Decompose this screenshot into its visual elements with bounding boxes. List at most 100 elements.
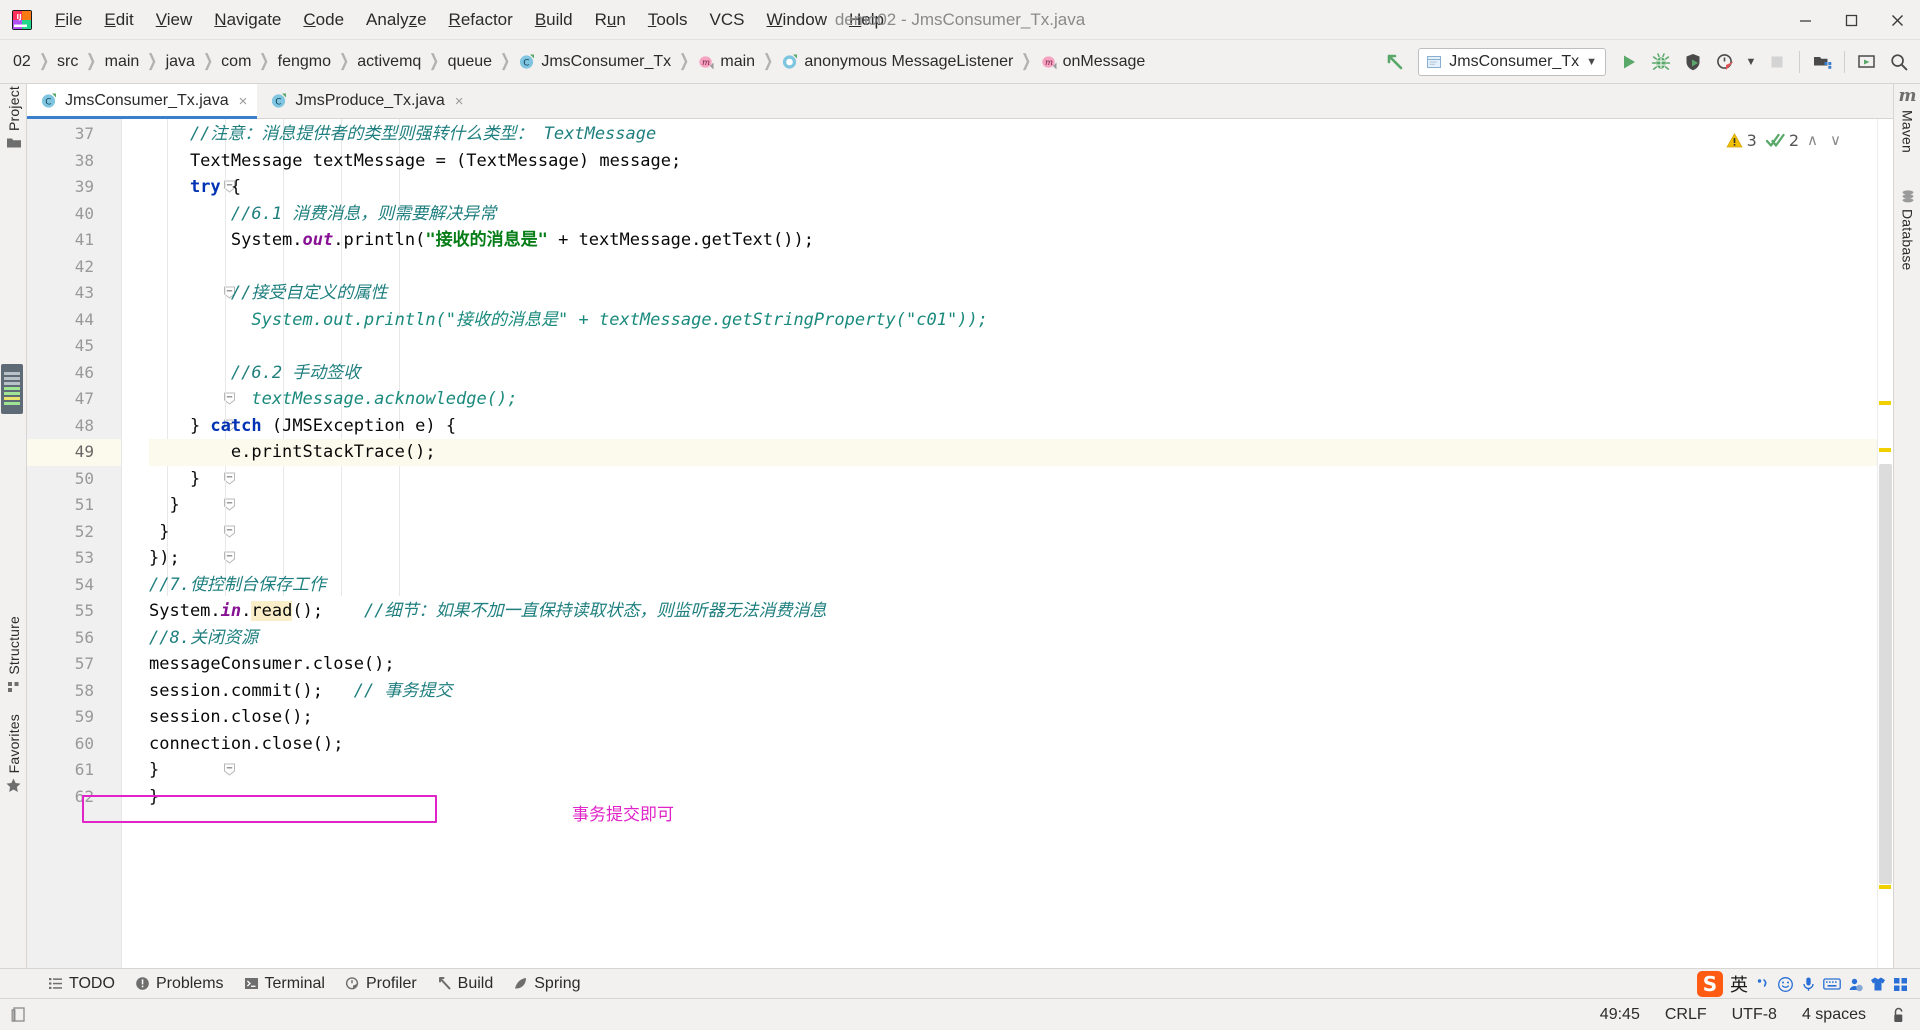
code-content[interactable]: //注意：消息提供者的类型则强转什么类型： TextMessage TextMe… [149,119,1893,968]
stripe-warning-marker[interactable] [1879,885,1891,889]
breadcrumb-item-queue[interactable]: queue [443,51,498,73]
bottom-tool-profiler[interactable]: Profiler [337,972,425,996]
editor-scrollbar-thumb[interactable] [1879,464,1892,884]
breadcrumb-item-onmessage[interactable]: m onMessage [1035,51,1151,73]
menu-item-code[interactable]: Code [292,6,355,34]
menu-item-refactor[interactable]: Refactor [438,6,524,34]
code-line[interactable]: } [149,519,169,546]
stop-button[interactable] [1762,47,1792,77]
stripe-warning-marker[interactable] [1879,401,1891,405]
editor-tab-jmsconsumer_tx[interactable]: C JmsConsumer_Tx.java × [27,84,258,119]
code-line[interactable]: try { [149,174,241,201]
minimize-button[interactable] [1782,0,1828,40]
sidebar-item-structure[interactable]: Structure [0,616,27,695]
unlocked-icon[interactable] [1888,1005,1910,1026]
breadcrumb-item-main[interactable]: m main [692,51,760,73]
menu-item-run[interactable]: Run [584,6,637,34]
ime-mode-label[interactable]: 英 [1730,971,1748,997]
code-line[interactable]: } [149,784,159,811]
code-line[interactable]: } [149,466,200,493]
code-line[interactable]: // textMessage.acknowledge(); [149,386,517,413]
bottom-tool-terminal[interactable]: Terminal [236,972,333,996]
close-tab-icon[interactable]: × [455,93,464,110]
code-line[interactable]: System.in.read(); //细节：如果不加一直保持读取状态，则监听器… [149,598,826,625]
breadcrumb-item-main[interactable]: main [100,51,145,73]
menu-item-navigate[interactable]: Navigate [203,6,292,34]
project-structure-button[interactable] [1807,47,1837,77]
menu-item-edit[interactable]: Edit [93,6,144,34]
code-line[interactable]: messageConsumer.close(); [149,651,395,678]
code-line[interactable]: //注意：消息提供者的类型则强转什么类型： TextMessage [149,121,656,148]
maximize-button[interactable] [1828,0,1874,40]
code-line[interactable]: //7.使控制台保存工作 [149,572,326,599]
sogou-ime-toolbar[interactable]: S 英 [1693,970,1912,998]
emoji-icon[interactable] [1777,976,1794,993]
close-tab-icon[interactable]: × [239,93,248,110]
breadcrumb-item-java[interactable]: java [161,51,200,73]
user-icon[interactable] [1848,977,1863,992]
breadcrumb-item-02[interactable]: 02 [8,51,36,73]
file-encoding[interactable]: UTF-8 [1729,1004,1780,1026]
menu-item-analyze[interactable]: Analyze [355,6,438,34]
inspection-widget[interactable]: 3 2 ∧ ∨ [1726,129,1845,151]
editor-fold-column[interactable] [122,119,235,968]
sidebar-item-project[interactable]: Project [0,86,27,151]
code-line[interactable]: //6.2 手动签收 [149,360,360,387]
code-line[interactable]: //接受自定义的属性 [149,280,387,307]
run-coverage-button[interactable] [1678,47,1708,77]
menu-item-view[interactable]: View [145,6,204,34]
code-line[interactable]: } catch (JMSException e) { [149,413,456,440]
profile-dropdown-button[interactable]: ▼ [1742,47,1760,77]
bottom-tool-todo[interactable]: TODO [40,972,123,996]
code-line[interactable]: //8.关闭资源 [149,625,258,652]
sidebar-item-favorites[interactable]: Favorites [0,714,27,794]
menu-item-file[interactable]: File [44,6,93,34]
error-stripe[interactable] [1877,119,1893,968]
code-line[interactable]: } [149,757,159,784]
code-line[interactable]: TextMessage textMessage = (TextMessage) … [149,148,681,175]
breadcrumb-item-fengmo[interactable]: fengmo [273,51,336,73]
code-line[interactable]: } [149,492,179,519]
code-line[interactable]: connection.close(); [149,731,343,758]
update-project-button[interactable] [1852,47,1882,77]
line-separator[interactable]: CRLF [1662,1004,1710,1026]
bottom-tool-problems[interactable]: Problems [127,972,232,996]
code-line[interactable]: e.printStackTrace(); [149,439,436,466]
debug-button[interactable] [1646,47,1676,77]
breadcrumb-item-jmsconsumer-tx[interactable]: C JmsConsumer_Tx [513,51,676,73]
editor-body[interactable]: 37 38 39 40 41 42 43 44 45 46 47 48 49 50 51 52 53 54 55 56… [27,119,1893,968]
skin-icon[interactable] [1870,976,1886,992]
caret-position[interactable]: 49:45 [1597,1004,1643,1026]
next-problem-button[interactable]: ∨ [1826,129,1845,151]
punctuation-icon[interactable] [1755,977,1770,992]
code-line[interactable]: session.close(); [149,704,313,731]
keyboard-icon[interactable] [1823,977,1841,991]
editor-gutter[interactable]: 37 38 39 40 41 42 43 44 45 46 47 48 49 50 51 52 53 54 55 56… [27,119,122,968]
code-line[interactable]: session.commit(); // 事务提交 [149,678,452,705]
breadcrumb-item-anonymous-messagelistener[interactable]: anonymous MessageListener [776,51,1018,73]
menu-item-tools[interactable]: Tools [637,6,699,34]
editor-minimap-handle[interactable] [1,364,23,414]
code-line[interactable]: // System.out.println("接收的消息是" + textMes… [149,307,988,334]
bottom-tool-spring[interactable]: Spring [505,972,588,996]
bottom-tool-build[interactable]: Build [429,972,502,996]
profile-button[interactable] [1710,47,1740,77]
breadcrumb-item-activemq[interactable]: activemq [352,51,426,73]
apps-icon[interactable] [1893,977,1908,992]
run-button[interactable] [1614,47,1644,77]
run-configuration-selector[interactable]: JmsConsumer_Tx ▼ [1418,48,1606,76]
memory-indicator-icon[interactable] [10,1006,28,1024]
close-button[interactable] [1874,0,1920,40]
breadcrumb-item-src[interactable]: src [52,51,83,73]
code-line[interactable]: }); [149,545,180,572]
code-line[interactable]: //6.1 消费消息，则需要解决异常 [149,201,496,228]
sogou-logo-icon[interactable]: S [1697,971,1723,997]
menu-item-help[interactable]: Help [838,6,895,34]
prev-problem-button[interactable]: ∧ [1803,129,1822,151]
indent-setting[interactable]: 4 spaces [1799,1004,1869,1026]
microphone-icon[interactable] [1801,976,1816,992]
editor-tab-jmsproduce_tx[interactable]: C JmsProduce_Tx.java × [257,84,473,118]
menu-item-build[interactable]: Build [524,6,584,34]
code-line[interactable]: System.out.println("接收的消息是" + textMessag… [149,227,814,254]
back-arrow-icon[interactable] [1380,47,1410,77]
